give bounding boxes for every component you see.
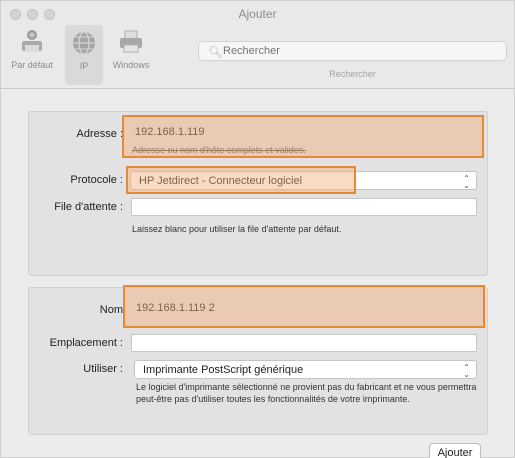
toolbar: Ajouter Par défaut IP Windows 🔍︎ Recherc… bbox=[1, 1, 514, 89]
add-printer-window: Ajouter Par défaut IP Windows 🔍︎ Recherc… bbox=[0, 0, 515, 458]
window-title: Ajouter bbox=[238, 7, 277, 21]
address-label: Adresse : bbox=[76, 128, 123, 140]
protocol-highlight bbox=[126, 166, 356, 194]
toolbar-item-default[interactable]: Par défaut bbox=[6, 27, 58, 70]
queue-label: File d'attente : bbox=[54, 201, 123, 213]
toolbar-item-default-label: Par défaut bbox=[11, 60, 53, 70]
search-input[interactable] bbox=[223, 44, 493, 58]
add-button[interactable]: Ajouter bbox=[429, 443, 481, 458]
ip-globe-icon bbox=[69, 28, 99, 58]
driver-select-value: Imprimante PostScript générique bbox=[143, 364, 304, 376]
address-highlight bbox=[122, 115, 484, 158]
queue-field[interactable] bbox=[131, 198, 477, 216]
toolbar-item-windows[interactable]: Windows bbox=[105, 27, 157, 70]
location-field[interactable] bbox=[131, 334, 477, 352]
default-printer-icon bbox=[17, 27, 47, 57]
chevron-updown-icon: ⌃ ⌄ bbox=[463, 363, 470, 379]
name-highlight bbox=[123, 285, 485, 328]
toolbar-item-ip-label: IP bbox=[79, 61, 89, 71]
search-icon: 🔍︎ bbox=[208, 45, 224, 59]
search-box[interactable]: 🔍︎ bbox=[198, 41, 507, 61]
driver-hint: Le logiciel d'imprimante sélectionné ne … bbox=[136, 382, 477, 404]
protocol-label: Protocole : bbox=[70, 174, 123, 186]
toolbar-item-windows-label: Windows bbox=[112, 60, 150, 70]
driver-select[interactable]: Imprimante PostScript générique ⌃ ⌄ bbox=[134, 360, 477, 379]
windows-printer-icon bbox=[116, 27, 146, 57]
location-label: Emplacement : bbox=[49, 337, 123, 349]
queue-hint: Laissez blanc pour utiliser la file d'at… bbox=[132, 224, 342, 234]
name-label: Nom bbox=[99, 304, 123, 316]
toolbar-item-ip[interactable]: IP bbox=[65, 25, 103, 85]
chevron-updown-icon: ⌃ ⌄ bbox=[463, 174, 470, 190]
use-label: Utiliser : bbox=[83, 363, 123, 375]
search-caption: Rechercher bbox=[329, 69, 376, 79]
